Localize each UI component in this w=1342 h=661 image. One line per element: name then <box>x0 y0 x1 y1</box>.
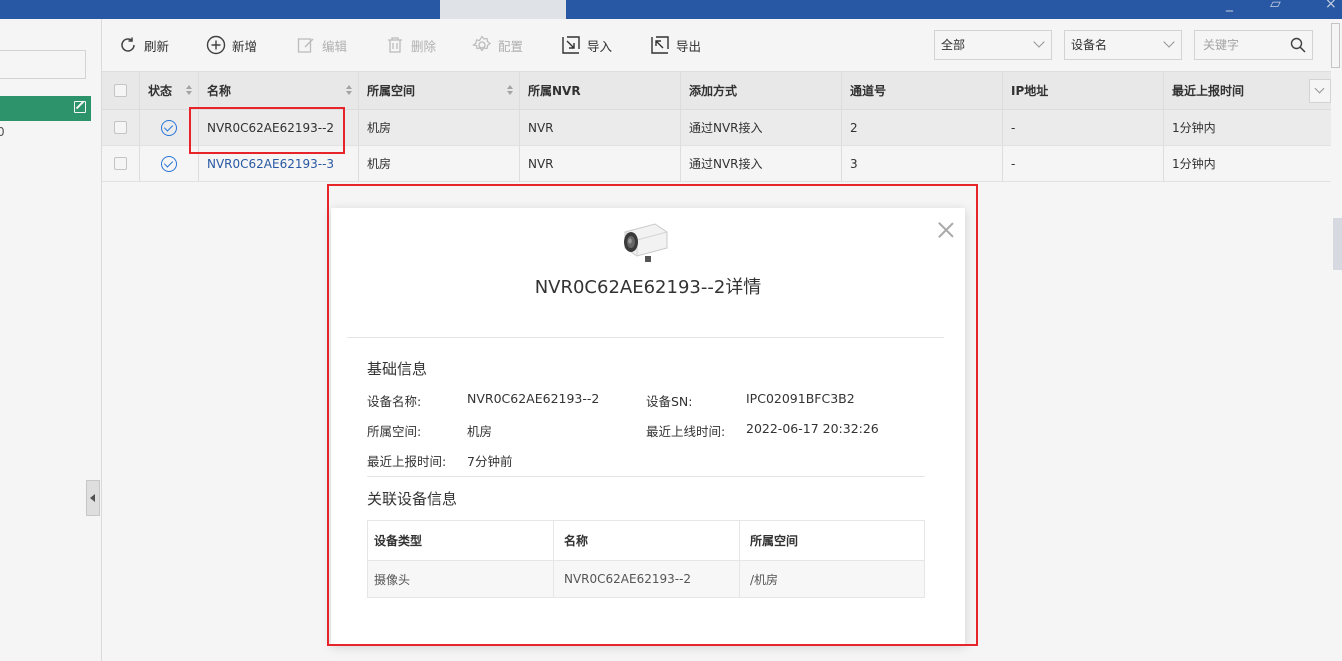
header-ip: IP地址 <box>1003 72 1164 109</box>
device-channel: 2 <box>850 120 858 135</box>
active-top-tab[interactable] <box>440 0 566 19</box>
minimize-icon[interactable]: _ <box>1226 0 1233 12</box>
header-space[interactable]: 所属空间 <box>359 72 520 109</box>
header-nvr: 所属NVR <box>520 72 681 109</box>
device-space: 机房 <box>367 121 392 135</box>
column-settings-dropdown[interactable] <box>1309 79 1331 103</box>
tree-selected-node[interactable] <box>0 96 91 121</box>
status-filter-value: 全部 <box>941 38 966 52</box>
add-label: 新增 <box>232 38 258 54</box>
row-checkbox[interactable] <box>114 157 127 170</box>
collapse-panel-button[interactable] <box>86 480 100 516</box>
add-button[interactable]: 新增 <box>206 35 257 55</box>
select-all-cell <box>102 72 140 109</box>
highlight-annotation <box>327 184 978 646</box>
sort-icon[interactable] <box>346 85 352 96</box>
edit-button[interactable]: 编辑 <box>296 35 347 55</box>
header-method: 添加方式 <box>681 72 842 109</box>
keyword-search[interactable] <box>1194 30 1313 60</box>
toolbar: 刷新 新增 编辑 删除 配置 导入 导出 全部 设备名 关键字 <box>102 19 1342 71</box>
add-circle-icon <box>206 35 226 55</box>
toolbar-scroll-handle[interactable] <box>1331 23 1340 68</box>
left-tree-panel: 0 <box>0 19 102 661</box>
device-ip: - <box>1011 120 1016 135</box>
keyword-search-input[interactable] <box>1195 31 1285 59</box>
field-filter-value: 设备名 <box>1071 38 1108 52</box>
edit-label: 编辑 <box>322 38 348 54</box>
refresh-label: 刷新 <box>144 38 170 54</box>
config-label: 配置 <box>498 38 524 54</box>
device-ip: - <box>1011 156 1016 171</box>
device-nvr: NVR <box>528 120 554 135</box>
search-icon[interactable] <box>1290 37 1306 56</box>
delete-label: 删除 <box>411 38 437 54</box>
page-scrollbar[interactable] <box>1333 218 1342 270</box>
online-status-icon <box>161 119 177 136</box>
export-icon <box>650 35 670 55</box>
import-label: 导入 <box>587 38 613 54</box>
device-nvr: NVR <box>528 156 554 171</box>
gear-icon <box>472 35 492 55</box>
device-space: 机房 <box>367 157 392 171</box>
sort-icon[interactable] <box>186 85 192 96</box>
device-add-method: 通过NVR接入 <box>689 157 763 171</box>
header-channel: 通道号 <box>842 72 1003 109</box>
header-last-report: 最近上报时间 <box>1172 84 1245 98</box>
chat-icon[interactable]: ▱ <box>1270 0 1281 12</box>
device-last-report: 1分钟内 <box>1172 157 1216 171</box>
field-filter-select[interactable]: 设备名 <box>1064 30 1182 60</box>
device-name-link[interactable]: NVR0C62AE62193--3 <box>207 157 334 171</box>
table-header: 状态 名称 所属空间 所属NVR 添加方式 通道号 IP地址 最近上报时间 <box>102 71 1331 110</box>
status-filter-select[interactable]: 全部 <box>934 30 1052 60</box>
config-button[interactable]: 配置 <box>472 35 523 55</box>
import-icon <box>561 35 581 55</box>
device-channel: 3 <box>850 156 858 171</box>
import-button[interactable]: 导入 <box>561 35 612 55</box>
sort-icon[interactable] <box>507 85 513 96</box>
header-status[interactable]: 状态 <box>140 72 199 109</box>
row-checkbox[interactable] <box>114 121 127 134</box>
export-button[interactable]: 导出 <box>650 35 701 55</box>
tree-search-input[interactable] <box>0 50 86 79</box>
close-window-icon[interactable]: × <box>1325 0 1337 12</box>
device-add-method: 通过NVR接入 <box>689 121 763 135</box>
device-last-report: 1分钟内 <box>1172 121 1216 135</box>
online-status-icon <box>161 155 177 172</box>
trash-icon <box>385 35 405 55</box>
highlight-annotation <box>189 107 345 154</box>
select-all-checkbox[interactable] <box>114 84 127 97</box>
refresh-button[interactable]: 刷新 <box>118 35 169 55</box>
top-navigation-bar: _ ▱ × <box>0 0 1342 19</box>
chevron-down-icon <box>1033 36 1045 48</box>
header-name[interactable]: 名称 <box>199 72 359 109</box>
delete-button[interactable]: 删除 <box>385 35 436 55</box>
edit-icon <box>296 35 316 55</box>
export-label: 导出 <box>676 38 702 54</box>
chevron-down-icon <box>1163 36 1175 48</box>
tree-node-label[interactable]: 0 <box>0 125 5 139</box>
edit-node-icon[interactable] <box>74 101 86 113</box>
refresh-icon <box>118 35 138 55</box>
